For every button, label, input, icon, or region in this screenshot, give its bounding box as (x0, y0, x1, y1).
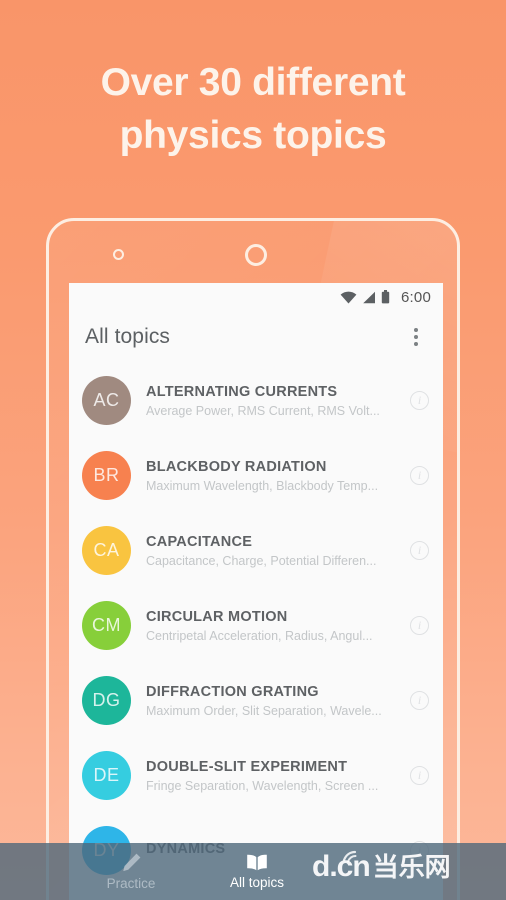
topic-text: BLACKBODY RADIATION Maximum Wavelength, … (131, 459, 410, 493)
topic-subtitle: Fringe Separation, Wavelength, Screen ..… (146, 778, 379, 793)
tab-practice[interactable]: Practice (68, 843, 194, 900)
table-row[interactable]: CA CAPACITANCE Capacitance, Charge, Pote… (69, 513, 443, 588)
table-row[interactable]: DG DIFFRACTION GRATING Maximum Order, Sl… (69, 663, 443, 738)
device-screen: 6:00 All topics AC ALTERNATING CURRENTS (69, 283, 443, 900)
table-row[interactable]: BR BLACKBODY RADIATION Maximum Wavelengt… (69, 438, 443, 513)
avatar-initials: BR (93, 465, 120, 485)
avatar-initials: DE (93, 765, 120, 785)
cell-signal-icon (362, 291, 376, 304)
avatar-initials: DG (92, 690, 121, 710)
info-icon[interactable]: i (410, 466, 429, 485)
avatar: AC (82, 376, 131, 425)
topic-title: CAPACITANCE (146, 533, 253, 550)
tab-practice-label: Practice (106, 876, 156, 891)
wifi-icon (340, 291, 357, 304)
screenshot-root: Over 30 different physics topics 6:00 Al… (0, 0, 506, 900)
avatar-initials: AC (93, 390, 120, 410)
topic-text: CAPACITANCE Capacitance, Charge, Potenti… (131, 534, 410, 568)
info-icon[interactable]: i (410, 541, 429, 560)
topic-text: DIFFRACTION GRATING Maximum Order, Slit … (131, 684, 410, 718)
phone-mockup: 6:00 All topics AC ALTERNATING CURRENTS (46, 218, 460, 900)
topic-text: ALTERNATING CURRENTS Average Power, RMS … (131, 384, 410, 418)
topic-title: DOUBLE-SLIT EXPERIMENT (146, 758, 348, 775)
tab-all-topics[interactable]: All topics (194, 843, 320, 900)
overflow-menu-icon[interactable] (403, 322, 429, 352)
topic-list: AC ALTERNATING CURRENTS Average Power, R… (69, 363, 443, 888)
topic-title: ALTERNATING CURRENTS (146, 383, 338, 400)
watermark-logo: d.cn 当乐网 (312, 850, 451, 882)
info-icon[interactable]: i (410, 616, 429, 635)
pencil-icon (121, 852, 142, 873)
table-row[interactable]: DE DOUBLE-SLIT EXPERIMENT Fringe Separat… (69, 738, 443, 813)
status-bar: 6:00 (69, 283, 443, 311)
topic-text: CIRCULAR MOTION Centripetal Acceleration… (131, 609, 410, 643)
avatar: CM (82, 601, 131, 650)
avatar: BR (82, 451, 131, 500)
app-bar: All topics (69, 311, 443, 363)
topic-subtitle: Maximum Wavelength, Blackbody Temp... (146, 478, 379, 493)
topic-subtitle: Maximum Order, Slit Separation, Wavele..… (146, 703, 382, 718)
book-icon (246, 853, 268, 872)
proximity-sensor-icon (113, 249, 124, 260)
avatar: DG (82, 676, 131, 725)
avatar: CA (82, 526, 131, 575)
table-row[interactable]: CM CIRCULAR MOTION Centripetal Accelerat… (69, 588, 443, 663)
headline-line-1: Over 30 different (100, 61, 406, 104)
topic-title: CIRCULAR MOTION (146, 608, 288, 625)
info-icon[interactable]: i (410, 391, 429, 410)
topic-title: BLACKBODY RADIATION (146, 458, 327, 475)
topic-title: DIFFRACTION GRATING (146, 683, 319, 700)
front-camera-icon (245, 244, 267, 266)
info-icon[interactable]: i (410, 766, 429, 785)
battery-icon (381, 290, 390, 304)
page-title: Over 30 different physics topics (0, 56, 506, 162)
avatar-initials: CM (92, 615, 121, 635)
wifi-arc-icon (342, 839, 368, 869)
topic-subtitle: Average Power, RMS Current, RMS Volt... (146, 403, 380, 418)
info-icon[interactable]: i (410, 691, 429, 710)
status-time: 6:00 (401, 288, 431, 306)
topic-subtitle: Capacitance, Charge, Potential Differen.… (146, 553, 377, 568)
avatar-initials: CA (93, 540, 120, 560)
status-icons: 6:00 (340, 289, 431, 306)
topic-subtitle: Centripetal Acceleration, Radius, Angul.… (146, 628, 373, 643)
watermark-text-cn: 当乐网 (372, 852, 451, 882)
table-row[interactable]: AC ALTERNATING CURRENTS Average Power, R… (69, 363, 443, 438)
tab-all-topics-label: All topics (229, 875, 285, 890)
headline-line-2: physics topics (119, 114, 387, 157)
avatar: DE (82, 751, 131, 800)
app-bar-title: All topics (85, 325, 171, 348)
topic-text: DOUBLE-SLIT EXPERIMENT Fringe Separation… (131, 759, 410, 793)
